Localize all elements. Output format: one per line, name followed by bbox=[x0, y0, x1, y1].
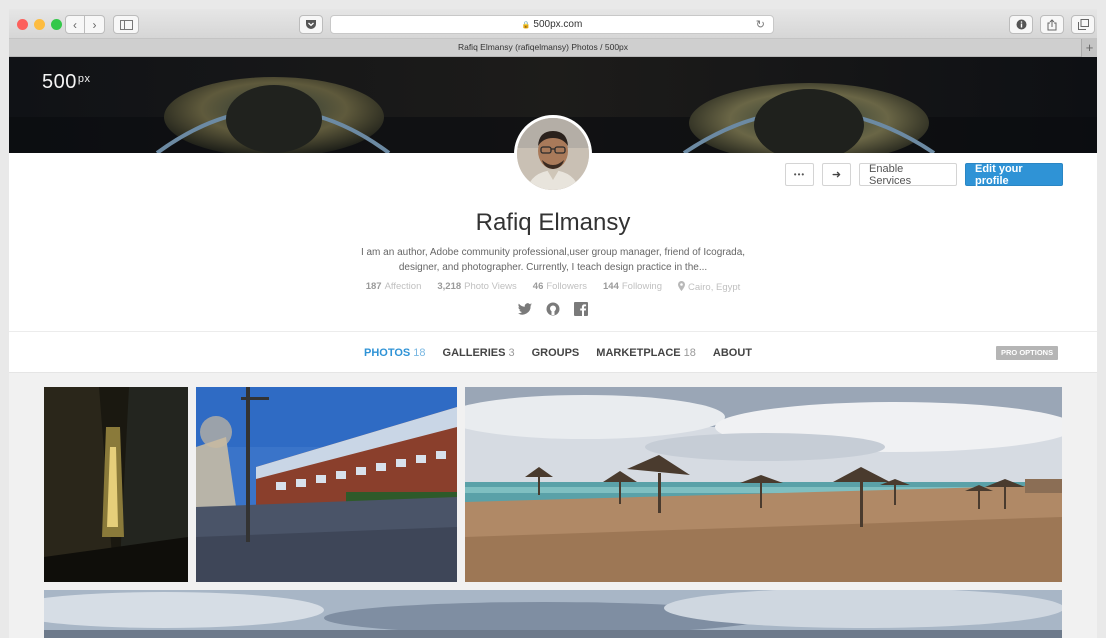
share-arrow-icon: ➜ bbox=[831, 169, 842, 181]
github-icon[interactable] bbox=[545, 301, 561, 317]
profile-location: Cairo, Egypt bbox=[678, 281, 740, 293]
photo-street bbox=[196, 387, 457, 582]
edit-profile-button[interactable]: Edit your profile bbox=[965, 163, 1063, 187]
tabs-overview-button[interactable] bbox=[1071, 15, 1095, 34]
back-icon: ‹ bbox=[73, 17, 77, 32]
pocket-button[interactable] bbox=[299, 15, 323, 34]
info-circle-icon bbox=[1016, 19, 1026, 30]
close-window-button[interactable] bbox=[17, 19, 28, 30]
tab-galleries[interactable]: GALLERIES 3 bbox=[443, 332, 515, 374]
window-controls bbox=[17, 19, 62, 30]
stat-following[interactable]: 144 Following bbox=[603, 281, 662, 293]
more-icon: ••• bbox=[793, 170, 806, 179]
tab-about[interactable]: ABOUT bbox=[713, 332, 752, 374]
photo-sky bbox=[44, 590, 1062, 638]
photo-beach bbox=[465, 387, 1062, 582]
reload-icon[interactable]: ↻ bbox=[756, 18, 765, 31]
extension-button[interactable] bbox=[1009, 15, 1033, 34]
photo-tile[interactable] bbox=[465, 387, 1062, 582]
sidebar-icon bbox=[119, 19, 133, 30]
stat-affection[interactable]: 187 Affection bbox=[366, 281, 422, 293]
profile-avatar[interactable] bbox=[514, 115, 592, 193]
tab-groups[interactable]: GROUPS bbox=[532, 332, 580, 374]
new-tab-button[interactable]: + bbox=[1081, 39, 1097, 57]
browser-toolbar: ‹ › 🔒 500px.com ↻ bbox=[9, 9, 1097, 39]
pocket-icon bbox=[306, 20, 316, 29]
url-text: 500px.com bbox=[533, 19, 583, 30]
location-text: Cairo, Egypt bbox=[688, 282, 741, 293]
social-links bbox=[9, 301, 1097, 317]
stat-photo-views: 3,218 Photo Views bbox=[437, 281, 517, 292]
lock-icon: 🔒 bbox=[521, 21, 531, 29]
profile-stats: 187 Affection 3,218 Photo Views 46 Follower… bbox=[9, 281, 1097, 293]
photo-tile[interactable] bbox=[196, 387, 457, 582]
tabs-icon bbox=[1077, 19, 1089, 30]
photo-tile[interactable] bbox=[44, 590, 1062, 638]
tab-photos[interactable]: PHOTOS 18 bbox=[364, 332, 426, 375]
twitter-icon[interactable] bbox=[517, 301, 533, 317]
photo-tunnel bbox=[44, 387, 188, 582]
stat-followers[interactable]: 46 Followers bbox=[533, 281, 587, 293]
photo-grid bbox=[9, 373, 1097, 638]
forward-button[interactable]: › bbox=[85, 15, 105, 34]
enable-services-button[interactable]: Enable Services bbox=[859, 163, 957, 187]
profile-actions: ••• ➜ Enable Services Edit your profile bbox=[785, 163, 1063, 187]
tab-bar: Rafiq Elmansy (rafiqelmansy) Photos / 50… bbox=[9, 39, 1097, 57]
location-pin-icon bbox=[678, 281, 686, 291]
site-logo[interactable]: 500px bbox=[42, 71, 91, 94]
tab-marketplace[interactable]: MARKETPLACE 18 bbox=[596, 332, 696, 374]
minimize-window-button[interactable] bbox=[34, 19, 45, 30]
forward-icon: › bbox=[92, 17, 97, 32]
sidebar-toggle-button[interactable] bbox=[113, 15, 139, 34]
profile-name: Rafiq Elmansy bbox=[475, 209, 631, 236]
tab-title[interactable]: Rafiq Elmansy (rafiqelmansy) Photos / 50… bbox=[9, 42, 1077, 52]
avatar-image bbox=[517, 118, 589, 190]
browser-window: ‹ › 🔒 500px.com ↻ Rafiq Elmansy (rafiqel… bbox=[9, 9, 1097, 638]
profile-tabs: PHOTOS 18 GALLERIES 3 GROUPS MARKETPLACE 18… bbox=[9, 331, 1097, 375]
profile-bio: I am an author, Adobe community professi… bbox=[360, 247, 746, 273]
photo-tile[interactable] bbox=[44, 387, 188, 582]
share-button[interactable] bbox=[1040, 15, 1064, 34]
page-content: 500px ••• ➜ Enable Services Edit your pr… bbox=[9, 57, 1097, 638]
facebook-icon[interactable] bbox=[573, 301, 589, 317]
share-profile-button[interactable]: ➜ bbox=[822, 163, 851, 186]
share-icon bbox=[1047, 18, 1057, 30]
zoom-window-button[interactable] bbox=[51, 19, 62, 30]
pro-options-button[interactable]: PRO OPTIONS bbox=[996, 346, 1059, 360]
back-button[interactable]: ‹ bbox=[65, 15, 85, 34]
address-bar[interactable]: 🔒 500px.com ↻ bbox=[330, 15, 774, 34]
more-options-button[interactable]: ••• bbox=[785, 163, 814, 186]
